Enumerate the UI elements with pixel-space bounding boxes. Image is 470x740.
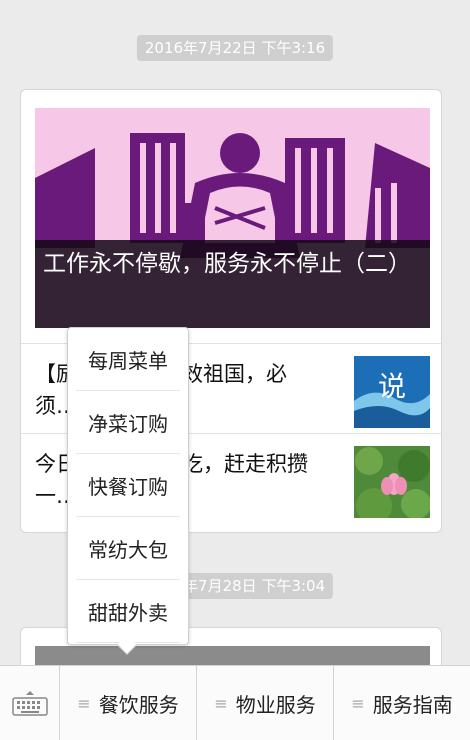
menu-button-property-service[interactable]: ≡ 物业服务: [197, 666, 334, 740]
menu-button-dining-service[interactable]: ≡ 餐饮服务: [60, 666, 197, 740]
keyboard-icon: [11, 691, 48, 716]
submenu-item-fresh-veg-order[interactable]: 净菜订购: [76, 391, 180, 454]
menu-label: 服务指南: [372, 692, 453, 717]
svg-text:说: 说: [378, 370, 406, 403]
list-icon: ≡: [214, 693, 228, 713]
submenu-item-fast-food-order[interactable]: 快餐订购: [76, 454, 180, 517]
timestamp-1: 2016年7月22日 下午3:16: [136, 35, 334, 61]
list-icon: ≡: [351, 693, 365, 713]
keyboard-toggle-button[interactable]: [0, 666, 60, 740]
submenu-item-weekly-menu[interactable]: 每周菜单: [76, 328, 180, 391]
submenu-item-changfang-bun[interactable]: 常纺大包: [76, 517, 180, 580]
cover-image[interactable]: 工作永不停歇，服务永不停止（二）: [35, 108, 430, 328]
menu-button-service-guide[interactable]: ≡ 服务指南: [334, 666, 470, 740]
menu-label: 餐饮服务: [98, 692, 179, 717]
article-thumbnail: [354, 446, 430, 518]
submenu-item-sweet-delivery[interactable]: 甜甜外卖: [76, 580, 180, 643]
bottom-menu-bar: ≡ 餐饮服务 ≡ 物业服务 ≡ 服务指南: [0, 665, 470, 740]
list-icon: ≡: [77, 693, 91, 713]
cover-caption: 工作永不停歇，服务永不停止（二）: [35, 240, 430, 328]
menu-label: 物业服务: [235, 692, 316, 717]
article-thumbnail: 说: [354, 356, 430, 428]
submenu-popup: 每周菜单 净菜订购 快餐订购 常纺大包 甜甜外卖: [67, 327, 189, 655]
